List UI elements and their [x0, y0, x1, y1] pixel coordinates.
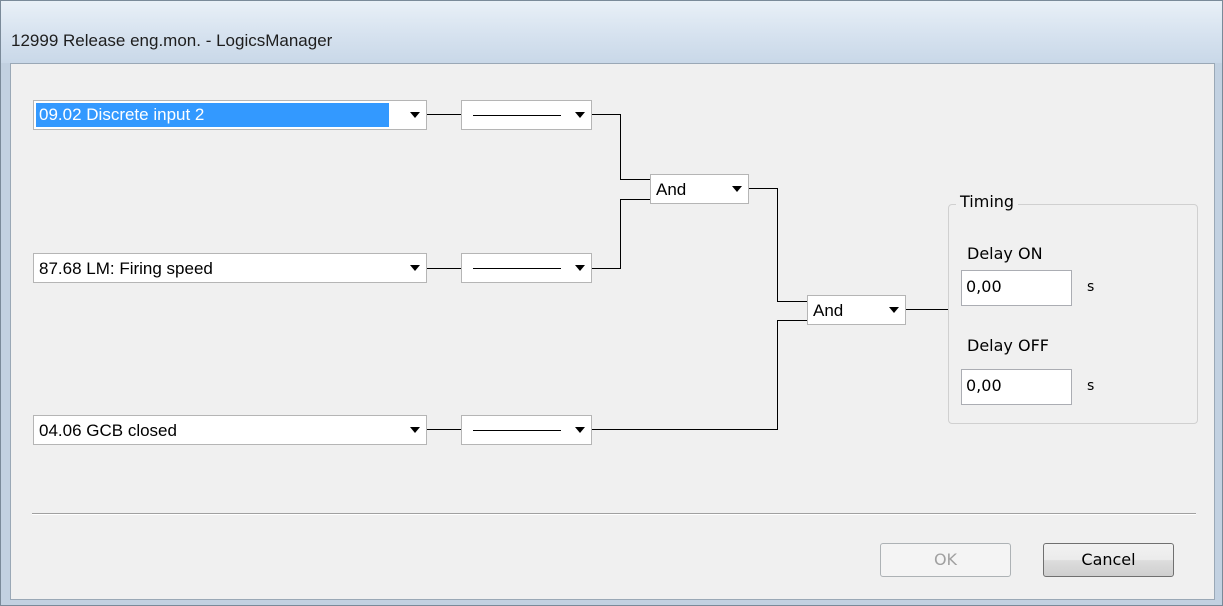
negation-1-select[interactable]	[461, 100, 592, 130]
connector-line	[620, 199, 621, 269]
input-2-select[interactable]: 87.68 LM: Firing speed	[33, 253, 427, 283]
delay-on-input[interactable]: 0,00	[961, 270, 1072, 306]
chevron-down-icon	[410, 265, 420, 271]
cancel-button[interactable]: Cancel	[1043, 543, 1174, 577]
connector-line	[777, 301, 807, 302]
connector-line	[906, 309, 948, 310]
negation-3-select[interactable]	[461, 415, 592, 445]
chevron-down-icon	[575, 427, 585, 433]
connector-line	[592, 268, 621, 269]
negation-2-select[interactable]	[461, 253, 592, 283]
connector-line	[620, 199, 650, 200]
chevron-down-icon	[575, 112, 585, 118]
timing-legend: Timing	[956, 192, 1019, 211]
chevron-down-icon	[889, 307, 899, 313]
connector-line	[592, 114, 621, 115]
title-bar[interactable]: 12999 Release eng.mon. - LogicsManager	[1, 1, 1222, 63]
input-2-value: 87.68 LM: Firing speed	[39, 259, 213, 278]
separator	[32, 513, 1196, 515]
input-3-select[interactable]: 04.06 GCB closed	[33, 415, 427, 445]
connector-line	[777, 320, 807, 321]
and-operator-1-select[interactable]: And	[650, 174, 749, 204]
chevron-down-icon	[410, 112, 420, 118]
window-title: 12999 Release eng.mon. - LogicsManager	[11, 31, 333, 50]
input-1-value: 09.02 Discrete input 2	[36, 103, 389, 127]
delay-on-unit: s	[1087, 279, 1095, 295]
delay-on-label: Delay ON	[967, 244, 1043, 263]
connector-line	[427, 268, 461, 269]
chevron-down-icon	[575, 265, 585, 271]
negation-dash	[473, 268, 561, 269]
connector-line	[777, 320, 778, 430]
input-3-value: 04.06 GCB closed	[39, 421, 177, 440]
input-1-select[interactable]: 09.02 Discrete input 2	[33, 100, 427, 130]
and-operator-1-value: And	[656, 180, 687, 199]
and-operator-2-value: And	[813, 301, 844, 320]
negation-dash	[473, 115, 561, 116]
delay-off-unit: s	[1087, 378, 1095, 394]
delay-off-input[interactable]: 0,00	[961, 369, 1072, 405]
and-operator-2-select[interactable]: And	[807, 295, 906, 325]
connector-line	[592, 429, 778, 430]
connector-line	[749, 188, 778, 189]
connector-line	[427, 114, 461, 115]
delay-off-label: Delay OFF	[967, 336, 1049, 355]
connector-line	[620, 114, 621, 179]
connector-line	[427, 429, 461, 430]
connector-line	[620, 179, 650, 180]
dialog-client-area: 09.02 Discrete input 2 87.68 LM: Firing …	[10, 63, 1215, 600]
connector-line	[777, 188, 778, 301]
chevron-down-icon	[732, 186, 742, 192]
ok-button[interactable]: OK	[880, 543, 1011, 577]
dialog-window: 12999 Release eng.mon. - LogicsManager 0…	[0, 0, 1223, 606]
negation-dash	[473, 430, 561, 431]
chevron-down-icon	[410, 427, 420, 433]
